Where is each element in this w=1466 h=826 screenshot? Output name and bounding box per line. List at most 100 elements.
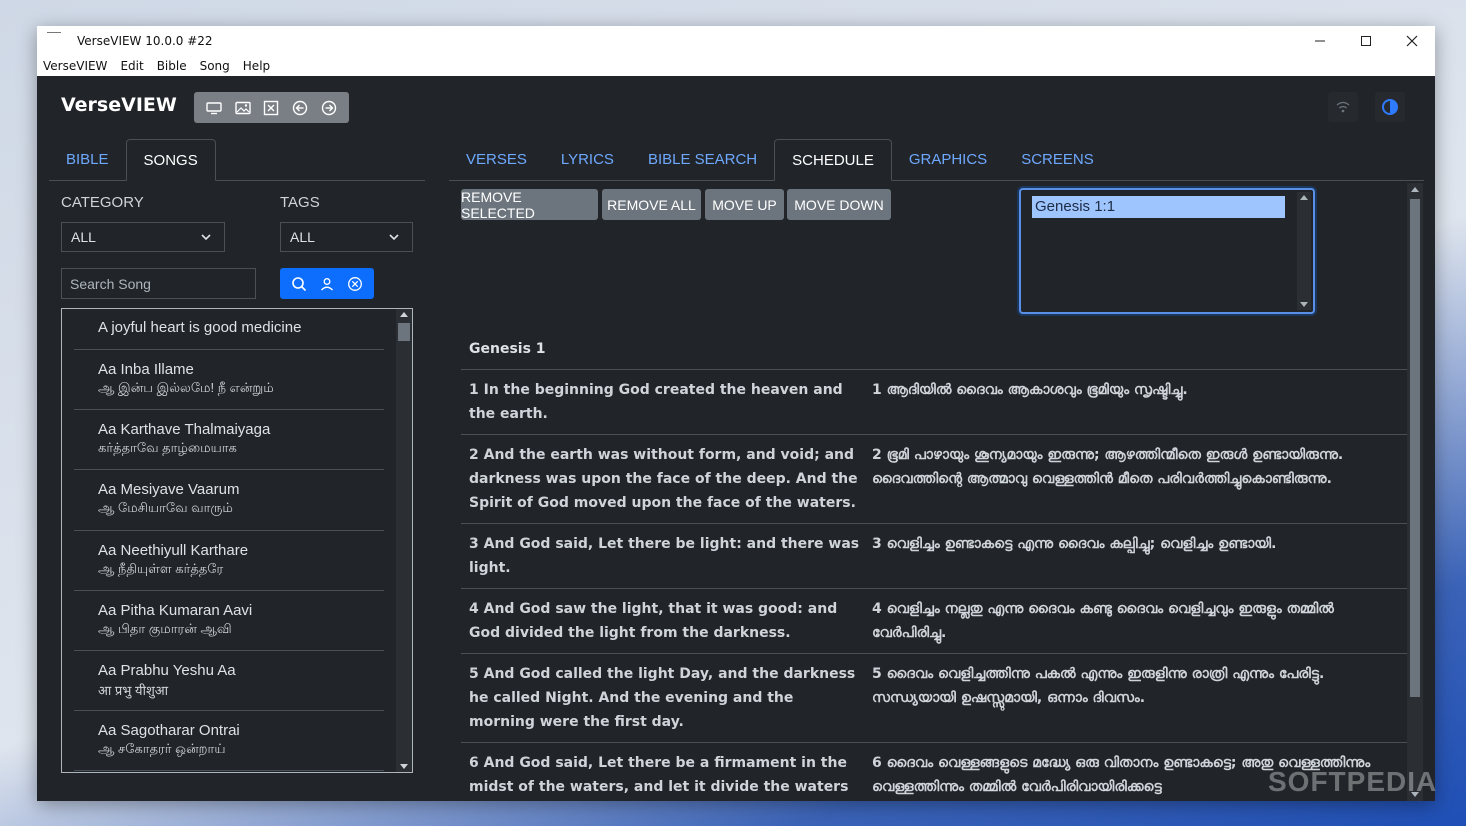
song-subtitle: ஆ பிதா குமாரன் ஆவி [98, 621, 232, 636]
scroll-up-icon[interactable] [1300, 195, 1308, 200]
scroll-thumb[interactable] [1410, 199, 1420, 697]
search-button-group [280, 268, 374, 299]
list-item[interactable]: Aa Inba Illame ஆ இன்ப இல்லமே! நீ என்றும் [74, 350, 384, 410]
monitor-icon[interactable] [203, 97, 225, 119]
maximize-icon [1361, 36, 1371, 46]
app-body: VerseVIEW BIBLE SONGS CATEGORY TAGS ALL … [37, 76, 1435, 801]
menu-song[interactable]: Song [200, 59, 230, 73]
verse-english: 4 And God saw the light, that it was goo… [469, 601, 838, 641]
chevron-down-icon [389, 234, 399, 241]
scroll-up-icon[interactable] [1411, 187, 1419, 192]
song-subtitle: ஆ நீதியுள்ள கர்த்தரே [98, 561, 224, 576]
search-icon[interactable] [291, 276, 307, 292]
menu-edit[interactable]: Edit [120, 59, 143, 73]
table-row[interactable]: 3 And God said, Let there be light: and … [461, 524, 1423, 589]
scroll-down-icon[interactable] [400, 764, 408, 769]
verse-malayalam: 4 വെളിച്ചം നല്ലതു എന്നു ദൈവം കണ്ടു ദൈവം … [872, 601, 1334, 641]
close-box-icon[interactable] [260, 97, 282, 119]
tab-lyrics[interactable]: LYRICS [544, 139, 631, 181]
scroll-up-icon[interactable] [400, 312, 408, 317]
left-tabs: BIBLE SONGS [49, 139, 425, 181]
brand-logo: VerseVIEW [61, 94, 177, 116]
song-list-scrollbar[interactable] [396, 309, 412, 772]
list-item[interactable]: A joyful heart is good medicine [74, 309, 384, 350]
song-subtitle: आ प्रभु यीशुआ [98, 683, 169, 698]
verse-malayalam: 1 ആദിയിൽ ദൈവം ആകാശവും ഭൂമിയും സൃഷ്ടിച്ചു… [872, 382, 1188, 398]
presentation-toolbar [194, 92, 349, 123]
tab-screens[interactable]: SCREENS [1004, 139, 1111, 181]
verse-malayalam: 5 ദൈവം വെളിച്ചത്തിന്നു പകൽ എന്നും ഇരുളിന… [872, 666, 1325, 706]
table-row[interactable]: 5 And God called the light Day, and the … [461, 654, 1423, 743]
tab-schedule[interactable]: SCHEDULE [774, 139, 892, 181]
tab-songs[interactable]: SONGS [125, 139, 216, 181]
contrast-icon [1382, 99, 1398, 115]
list-item[interactable]: Aa Pitha Kumaran Aavi ஆ பிதா குமாரன் ஆவி [74, 591, 384, 651]
category-select[interactable]: ALL [61, 222, 225, 252]
minimize-button[interactable] [1297, 26, 1343, 56]
song-title: Aa Sagotharar Ontrai [98, 722, 240, 739]
arrow-left-icon[interactable] [289, 97, 311, 119]
category-value: ALL [71, 229, 96, 245]
move-up-button[interactable]: MOVE UP [705, 189, 784, 220]
tab-bible-search[interactable]: BIBLE SEARCH [631, 139, 774, 181]
table-row[interactable]: 4 And God saw the light, that it was goo… [461, 589, 1423, 654]
wifi-icon [1336, 101, 1350, 113]
table-row[interactable]: 2 And the earth was without form, and vo… [461, 435, 1423, 524]
song-list: A joyful heart is good medicine Aa Inba … [61, 308, 413, 773]
remove-selected-button[interactable]: REMOVE SELECTED [461, 189, 598, 221]
schedule-list[interactable]: Genesis 1:1 [1019, 188, 1315, 314]
tab-verses[interactable]: VERSES [449, 139, 544, 181]
window-title: VerseVIEW 10.0.0 #22 [77, 34, 213, 48]
wifi-button[interactable] [1328, 92, 1358, 122]
song-subtitle: ஆ இன்ப இல்லமே! நீ என்றும் [98, 380, 274, 395]
image-icon[interactable] [232, 97, 254, 119]
menu-bible[interactable]: Bible [157, 59, 187, 73]
list-item[interactable]: Aa Karthave Thalmaiyaga கர்த்தாவே தாழ்மை… [74, 410, 384, 470]
title-bar: VerseVIEW 10.0.0 #22 [37, 26, 1435, 56]
song-subtitle: கர்த்தாவே தாழ்மையாக [98, 440, 237, 455]
verse-malayalam: 3 വെളിച്ചം ഉണ്ടാകട്ടെ എന്നു ദൈവം കല്പിച്… [872, 536, 1277, 552]
list-item[interactable]: Aa Sagotharar Ontrai ஆ சகோதரர் ஒன்றாய் [74, 711, 384, 771]
user-icon[interactable] [320, 277, 334, 291]
verse-english: 6 And God said, Let there be a firmament… [469, 755, 849, 795]
minimize-icon [1315, 40, 1325, 42]
table-row[interactable]: 1 In the beginning God created the heave… [461, 370, 1423, 435]
search-song-input[interactable]: Search Song [61, 268, 256, 299]
clear-circle-icon[interactable] [347, 276, 363, 292]
menu-bar: VerseVIEW Edit Bible Song Help [37, 56, 1435, 76]
chapter-heading: Genesis 1 [461, 328, 1423, 370]
chevron-down-icon [201, 234, 211, 241]
song-title: A joyful heart is good medicine [98, 319, 302, 336]
schedule-item[interactable]: Genesis 1:1 [1032, 196, 1285, 218]
list-item[interactable]: Aa Mesiyave Vaarum ஆ மேசியாவே வாரும் [74, 470, 384, 531]
song-title: Aa Mesiyave Vaarum [98, 481, 240, 498]
scroll-thumb[interactable] [398, 323, 410, 341]
theme-toggle-button[interactable] [1375, 92, 1405, 122]
tab-bible[interactable]: BIBLE [49, 139, 126, 181]
maximize-button[interactable] [1343, 26, 1389, 56]
schedule-scrollbar[interactable] [1297, 192, 1311, 310]
verse-english: 3 And God said, Let there be light: and … [469, 536, 860, 576]
tags-label: TAGS [280, 194, 320, 211]
watermark: SOFTPEDIA [1268, 766, 1438, 797]
verse-english: 2 And the earth was without form, and vo… [469, 447, 858, 511]
move-down-button[interactable]: MOVE DOWN [787, 189, 891, 220]
bible-verse-table: Genesis 1 1 In the beginning God created… [461, 328, 1423, 801]
song-title: Aa Inba Illame [98, 361, 194, 378]
scroll-down-icon[interactable] [1300, 302, 1308, 307]
menu-help[interactable]: Help [243, 59, 270, 73]
song-title: Aa Prabhu Yeshu Aa [98, 662, 236, 679]
verse-english: 1 In the beginning God created the heave… [469, 382, 843, 422]
verse-table-scrollbar[interactable] [1407, 183, 1423, 801]
close-window-button[interactable] [1389, 26, 1435, 56]
menu-verseview[interactable]: VerseVIEW [43, 59, 107, 73]
app-icon [47, 32, 61, 33]
tags-select[interactable]: ALL [280, 222, 413, 252]
arrow-right-icon[interactable] [318, 97, 340, 119]
tab-graphics[interactable]: GRAPHICS [892, 139, 1004, 181]
remove-all-button[interactable]: REMOVE ALL [602, 189, 701, 220]
list-item[interactable]: Aa Neethiyull Karthare ஆ நீதியுள்ள கர்த்… [74, 531, 384, 591]
song-subtitle: ஆ சகோதரர் ஒன்றாய் [98, 741, 226, 756]
list-item[interactable]: Aa Prabhu Yeshu Aa आ प्रभु यीशुआ [74, 651, 384, 711]
verse-malayalam: 2 ഭൂമി പാഴായും ശൂന്യമായും ഇരുന്നു; ആഴത്ത… [872, 447, 1344, 487]
